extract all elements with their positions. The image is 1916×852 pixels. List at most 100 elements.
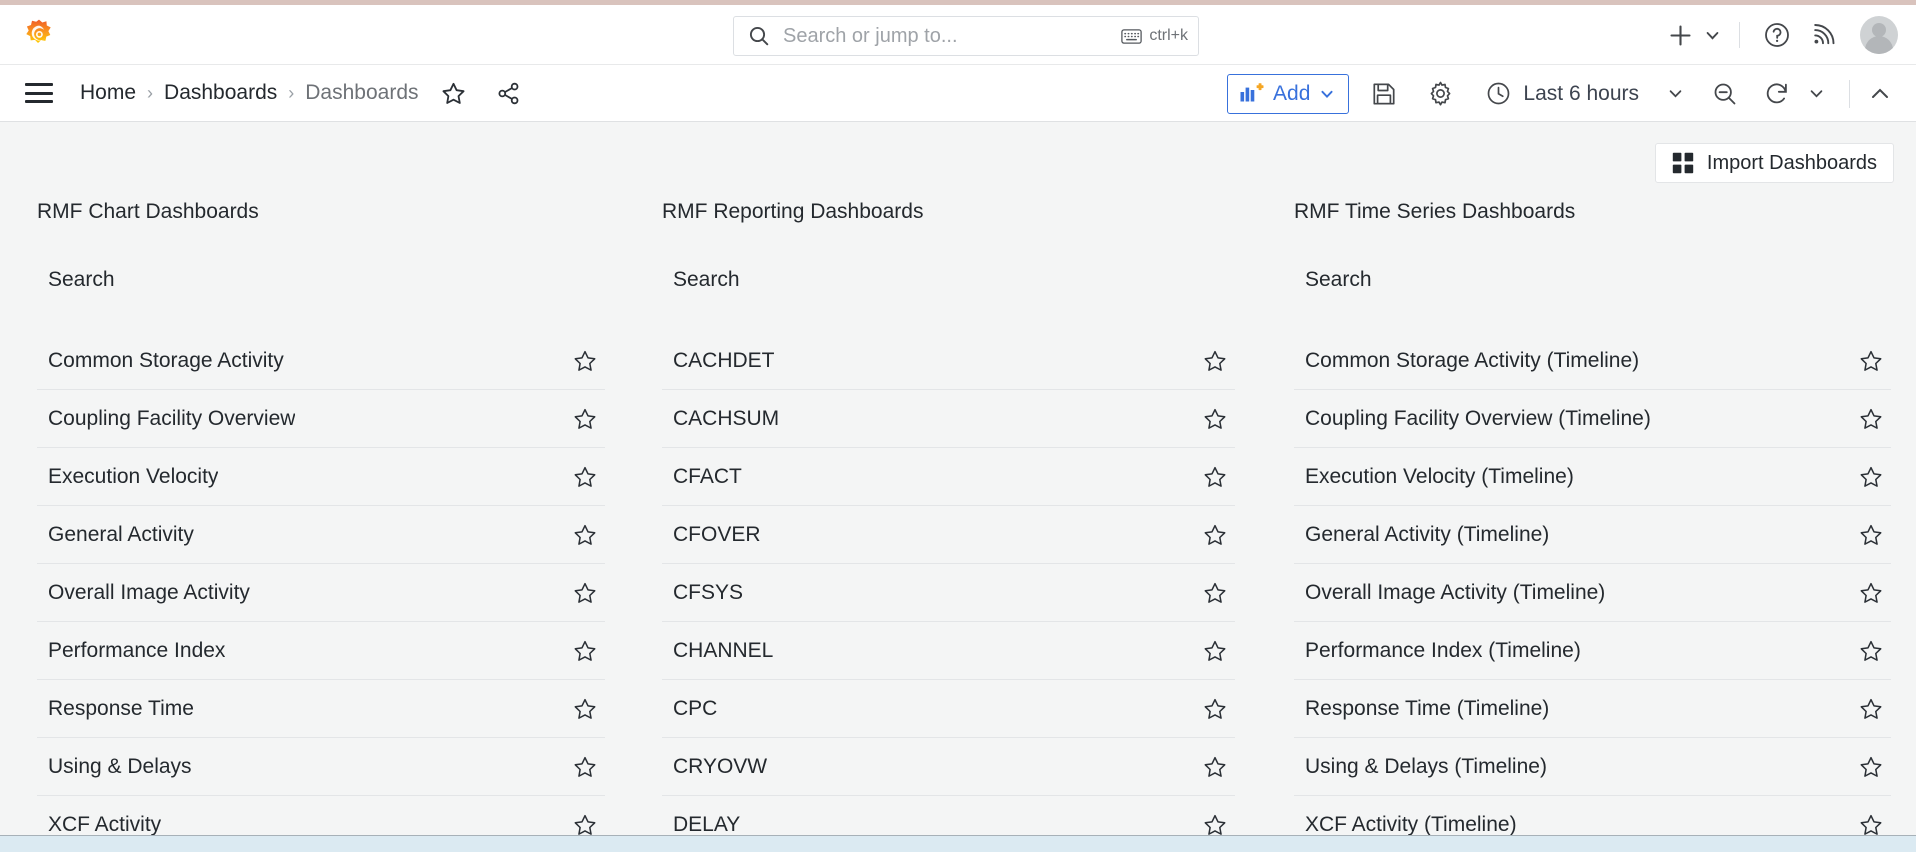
dashboard-list-item[interactable]: Using & Delays xyxy=(37,738,605,796)
dashboard-list-item[interactable]: CACHDET xyxy=(662,332,1235,390)
dashboard-list-item[interactable]: Common Storage Activity (Timeline) xyxy=(1294,332,1891,390)
star-outline-icon[interactable] xyxy=(1859,407,1883,431)
star-outline-icon[interactable] xyxy=(1203,639,1227,663)
dashboard-list-item[interactable]: Execution Velocity (Timeline) xyxy=(1294,448,1891,506)
star-outline-icon[interactable] xyxy=(1203,407,1227,431)
star-outline-icon[interactable] xyxy=(573,755,597,779)
dashboard-list-item[interactable]: Overall Image Activity (Timeline) xyxy=(1294,564,1891,622)
star-outline-icon[interactable] xyxy=(1203,523,1227,547)
dashboard-list-item[interactable]: CHANNEL xyxy=(662,622,1235,680)
dashboard-list-item[interactable]: CFSYS xyxy=(662,564,1235,622)
dashboard-toolbar: Add Last 6 hours xyxy=(1227,65,1900,122)
star-outline-icon[interactable] xyxy=(1203,755,1227,779)
breadcrumb-item-home[interactable]: Home xyxy=(80,81,136,105)
star-outline-icon[interactable] xyxy=(1859,581,1883,605)
dashboard-list-item[interactable]: General Activity xyxy=(37,506,605,564)
star-outline-icon[interactable] xyxy=(1859,349,1883,373)
refresh-interval-dropdown[interactable] xyxy=(1800,74,1833,114)
panel-rmf-chart-dashboards: RMF Chart Dashboards Search Common Stora… xyxy=(0,200,630,852)
zoom-out-icon xyxy=(1712,81,1738,107)
star-outline-icon[interactable] xyxy=(1859,465,1883,489)
dashboard-settings-button[interactable] xyxy=(1419,74,1462,114)
dashboard-list-item[interactable]: Performance Index (Timeline) xyxy=(1294,622,1891,680)
star-outline-icon[interactable] xyxy=(573,813,597,837)
dashboard-list-item[interactable]: Using & Delays (Timeline) xyxy=(1294,738,1891,796)
star-outline-icon[interactable] xyxy=(1859,813,1883,837)
dashboard-list-item-label: Execution Velocity (Timeline) xyxy=(1305,464,1574,488)
refresh-button[interactable] xyxy=(1756,74,1798,114)
star-outline-icon[interactable] xyxy=(573,581,597,605)
star-outline-icon[interactable] xyxy=(573,465,597,489)
dashboard-list-item[interactable]: Response Time xyxy=(37,680,605,738)
chevron-down-icon xyxy=(1319,86,1335,102)
dashboard-list-item[interactable]: General Activity (Timeline) xyxy=(1294,506,1891,564)
dashboard-list-item[interactable]: CRYOVW xyxy=(662,738,1235,796)
star-outline-icon[interactable] xyxy=(573,639,597,663)
dashboard-list-item[interactable]: Overall Image Activity xyxy=(37,564,605,622)
dashboard-list-item[interactable]: Coupling Facility Overview (Timeline) xyxy=(1294,390,1891,448)
breadcrumb-item-current: Dashboards xyxy=(305,81,419,104)
star-outline-icon[interactable] xyxy=(573,697,597,721)
dashboard-list-item-label: CRYOVW xyxy=(673,754,768,778)
star-outline-icon[interactable] xyxy=(1859,523,1883,547)
star-outline-icon[interactable] xyxy=(1203,813,1227,837)
dashboard-list-item-label: XCF Activity (Timeline) xyxy=(1305,812,1517,836)
chevron-down-icon xyxy=(1808,85,1825,102)
star-outline-icon[interactable] xyxy=(573,407,597,431)
time-range-picker[interactable]: Last 6 hours xyxy=(1480,74,1690,114)
star-outline-icon[interactable] xyxy=(1859,755,1883,779)
star-outline-icon[interactable] xyxy=(441,81,466,106)
dashboard-list-item[interactable]: Common Storage Activity xyxy=(37,332,605,390)
dashboard-list-item[interactable]: Execution Velocity xyxy=(37,448,605,506)
dashboard-list-item[interactable]: CFOVER xyxy=(662,506,1235,564)
import-dashboards-button[interactable]: Import Dashboards xyxy=(1654,143,1894,183)
avatar[interactable] xyxy=(1860,16,1898,54)
dashboard-list-item[interactable]: Response Time (Timeline) xyxy=(1294,680,1891,738)
help-circle-icon[interactable] xyxy=(1754,14,1800,56)
global-search-input[interactable]: Search or jump to... ctrl+k xyxy=(733,16,1199,56)
star-outline-icon[interactable] xyxy=(1203,349,1227,373)
horizontal-scrollbar[interactable] xyxy=(0,835,1916,852)
panel-title: RMF Reporting Dashboards xyxy=(662,200,924,223)
dashboard-list-item[interactable]: Performance Index xyxy=(37,622,605,680)
dashboard-list-item-label: CFACT xyxy=(673,464,742,488)
dashboard-list-item-label: Performance Index xyxy=(48,638,226,662)
panel-search-input[interactable]: Search xyxy=(662,268,1235,292)
collapse-toolbar-button[interactable] xyxy=(1860,74,1900,114)
dashboard-list-item[interactable]: CFACT xyxy=(662,448,1235,506)
share-nodes-icon[interactable] xyxy=(496,81,521,106)
grafana-logo-icon[interactable] xyxy=(22,18,56,52)
breadcrumb-separator: › xyxy=(147,82,154,103)
dashboard-list-item[interactable]: CACHSUM xyxy=(662,390,1235,448)
dashboard-list-item-label: CFSYS xyxy=(673,580,744,604)
plus-icon[interactable] xyxy=(1663,14,1698,56)
dashboard-list-item-label: General Activity (Timeline) xyxy=(1305,522,1550,546)
star-outline-icon[interactable] xyxy=(1859,639,1883,663)
toolbar-divider xyxy=(1849,79,1850,108)
star-outline-icon[interactable] xyxy=(1859,697,1883,721)
dashboard-list-item-label: Overall Image Activity xyxy=(48,580,250,604)
dashboard-list-item-label: CFOVER xyxy=(673,522,761,546)
scrollbar-thumb[interactable] xyxy=(0,837,1916,852)
panel-search-input[interactable]: Search xyxy=(1294,268,1891,292)
zoom-out-time-button[interactable] xyxy=(1704,74,1746,114)
global-search-placeholder: Search or jump to... xyxy=(783,24,958,47)
star-outline-icon[interactable] xyxy=(1203,465,1227,489)
star-outline-icon[interactable] xyxy=(573,349,597,373)
topbar-divider xyxy=(1739,22,1740,48)
add-button[interactable]: Add xyxy=(1227,73,1350,114)
dashboard-list-item[interactable]: CPC xyxy=(662,680,1235,738)
hamburger-menu-icon[interactable] xyxy=(25,83,53,103)
dashboard-list-item[interactable]: Coupling Facility Overview xyxy=(37,390,605,448)
star-outline-icon[interactable] xyxy=(573,523,597,547)
create-menu-button[interactable] xyxy=(1663,14,1737,56)
breadcrumb-item-dashboards[interactable]: Dashboards xyxy=(164,81,277,105)
save-dashboard-button[interactable] xyxy=(1363,74,1405,114)
panel-search-input[interactable]: Search xyxy=(37,268,605,292)
star-outline-icon[interactable] xyxy=(1203,697,1227,721)
star-outline-icon[interactable] xyxy=(1203,581,1227,605)
time-range-label: Last 6 hours xyxy=(1523,81,1639,105)
rss-icon[interactable] xyxy=(1800,14,1846,56)
dashboard-list-item-label: Coupling Facility Overview xyxy=(48,406,296,430)
chevron-down-icon[interactable] xyxy=(1700,14,1725,56)
